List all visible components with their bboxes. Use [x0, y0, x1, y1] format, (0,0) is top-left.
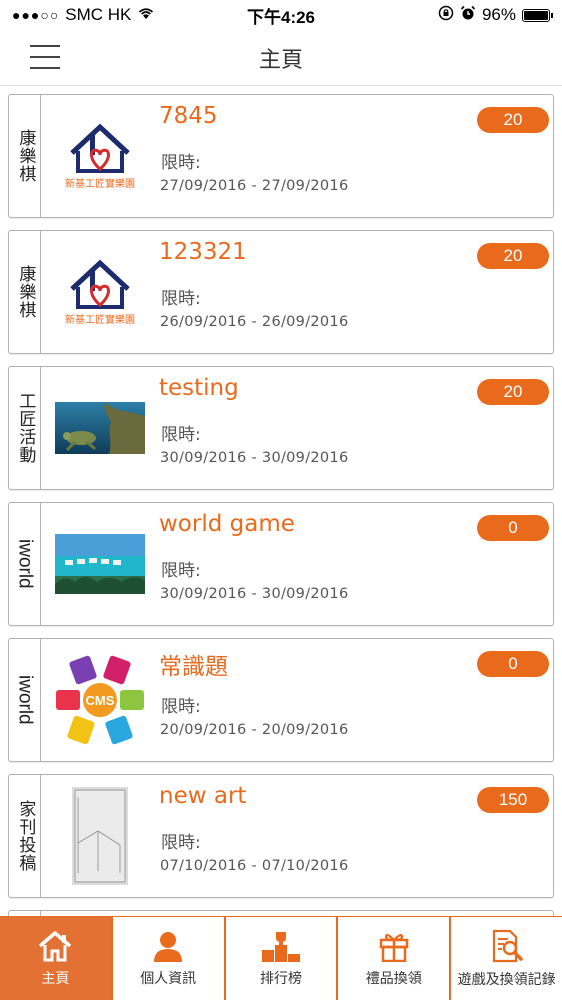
card-thumbnail	[41, 775, 159, 897]
date-range: 07/10/2016 - 07/10/2016	[160, 858, 349, 874]
activity-card[interactable]: iworld CMS 常識題 限時: 20/09/2016 - 20/09/20…	[8, 638, 554, 762]
house-heart-logo: 新基工匠實樂園	[65, 259, 135, 326]
tab-label: 排行榜	[259, 970, 302, 987]
activity-title: 7845	[159, 103, 218, 129]
wifi-icon	[137, 5, 155, 25]
tab-leaderboard[interactable]: 排行榜	[226, 917, 339, 1000]
sea-turtle-photo	[55, 402, 145, 454]
activity-list[interactable]: 康樂棋 新基工匠實樂園 7845 限時: 27/09/2016 - 27/09/…	[0, 86, 562, 916]
rotation-lock-icon	[438, 5, 454, 26]
card-category: 工匠活動	[9, 367, 41, 489]
activity-card[interactable]: 家刊投稿 new art 限時: 07/10/2016 - 07/10/2016…	[8, 774, 554, 898]
time-limit-label: 限時:	[161, 697, 201, 717]
battery-icon	[522, 8, 553, 22]
tab-game-records[interactable]: 遊戲及換領記錄	[451, 917, 562, 1000]
category-label: iworld	[14, 675, 36, 725]
time-limit-label: 限時:	[161, 561, 201, 581]
activity-title: new art	[159, 783, 247, 809]
date-range: 27/09/2016 - 27/09/2016	[160, 178, 349, 194]
card-thumbnail	[41, 503, 159, 625]
category-label: 工匠活動	[15, 392, 36, 464]
carrier-name: SMC HK	[65, 5, 132, 24]
card-thumbnail: 新基工匠實樂園	[41, 231, 159, 353]
category-label: 康樂棋	[15, 265, 36, 319]
card-thumbnail	[41, 367, 159, 489]
beach-villas-photo	[55, 534, 145, 594]
record-search-icon	[490, 929, 524, 963]
time-limit-label: 限時:	[161, 289, 201, 309]
status-bar: ●●●○○ SMC HK 下午4:26 96%	[0, 0, 562, 30]
card-category: 康樂棋	[9, 95, 41, 217]
tab-label: 個人資訊	[140, 970, 197, 987]
card-body: 7845 限時: 27/09/2016 - 27/09/2016 20	[159, 95, 553, 217]
card-category: iworld	[9, 639, 41, 761]
activity-card[interactable]: 康樂棋 新基工匠實樂園 7845 限時: 27/09/2016 - 27/09/…	[8, 94, 554, 218]
card-category: 家刊投稿	[9, 775, 41, 897]
date-range: 30/09/2016 - 30/09/2016	[160, 450, 349, 466]
points-badge: 0	[477, 651, 549, 677]
card-body: testing 限時: 30/09/2016 - 30/09/2016 20	[159, 367, 553, 489]
time-limit-label: 限時:	[161, 153, 201, 173]
date-range: 30/09/2016 - 30/09/2016	[160, 586, 349, 602]
gift-icon	[378, 930, 410, 962]
activity-title: 常識題	[159, 654, 228, 680]
points-badge: 0	[477, 515, 549, 541]
activity-card[interactable]: 康樂棋 新基工匠實樂園 123321 限時: 26/09/2016 - 26/0…	[8, 230, 554, 354]
hamburger-menu-icon[interactable]	[30, 45, 60, 69]
tab-profile[interactable]: 個人資訊	[113, 917, 226, 1000]
person-icon	[152, 930, 184, 962]
activity-title: 123321	[159, 239, 247, 265]
tab-home[interactable]: 主頁	[0, 917, 113, 1000]
card-body: new art 限時: 07/10/2016 - 07/10/2016 150	[159, 775, 553, 897]
svg-text:新基工匠實樂園: 新基工匠實樂園	[65, 313, 135, 326]
card-category: iworld	[9, 503, 41, 625]
activity-card[interactable]: iworld world game 限時: 30/09/2016 - 30/09…	[8, 502, 554, 626]
card-thumbnail: CMS	[41, 639, 159, 761]
card-thumbnail: 新基工匠實樂園	[41, 95, 159, 217]
svg-text:CMS: CMS	[86, 693, 115, 708]
points-badge: 150	[477, 787, 549, 813]
tab-label: 主頁	[41, 970, 70, 987]
card-body: 常識題 限時: 20/09/2016 - 20/09/2016 0	[159, 639, 553, 761]
status-right: 96%	[438, 5, 553, 26]
date-range: 20/09/2016 - 20/09/2016	[160, 722, 349, 738]
sketch-photo	[72, 787, 128, 885]
alarm-icon	[460, 5, 476, 26]
page-title: 主頁	[258, 47, 303, 73]
points-badge: 20	[477, 243, 549, 269]
house-heart-logo: 新基工匠實樂園	[65, 123, 135, 190]
points-badge: 20	[477, 107, 549, 133]
category-label: 康樂棋	[15, 129, 36, 183]
card-category: 康樂棋	[9, 231, 41, 353]
category-label: iworld	[14, 539, 36, 589]
date-range: 26/09/2016 - 26/09/2016	[160, 314, 349, 330]
tab-label: 禮品換領	[365, 970, 422, 987]
activity-card[interactable]: 工匠活動 testing 限時: 30/09/2016 - 30/09/2016…	[8, 366, 554, 490]
home-icon	[37, 930, 73, 962]
time-limit-label: 限時:	[161, 833, 201, 853]
activity-title: testing	[159, 375, 239, 401]
activity-title: world game	[159, 511, 295, 537]
tab-label: 遊戲及換領記錄	[457, 971, 556, 988]
card-body: 123321 限時: 26/09/2016 - 26/09/2016 20	[159, 231, 553, 353]
svg-text:新基工匠實樂園: 新基工匠實樂園	[65, 177, 135, 190]
cms-diagram-image: CMS	[56, 655, 144, 745]
category-label: 家刊投稿	[15, 800, 36, 872]
trophy-podium-icon	[261, 930, 301, 962]
tab-gift-redemption[interactable]: 禮品換領	[338, 917, 452, 1000]
navigation-bar: 主頁	[0, 30, 562, 86]
card-body: world game 限時: 30/09/2016 - 30/09/2016 0	[159, 503, 553, 625]
battery-percent: 96%	[481, 5, 516, 24]
bottom-tab-bar: 主頁 個人資訊 排行榜 禮品換領 遊戲及換領記錄	[0, 916, 562, 1000]
signal-strength-icon: ●●●○○	[12, 7, 60, 23]
status-left: ●●●○○ SMC HK	[12, 5, 155, 25]
points-badge: 20	[477, 379, 549, 405]
time-limit-label: 限時:	[161, 425, 201, 445]
